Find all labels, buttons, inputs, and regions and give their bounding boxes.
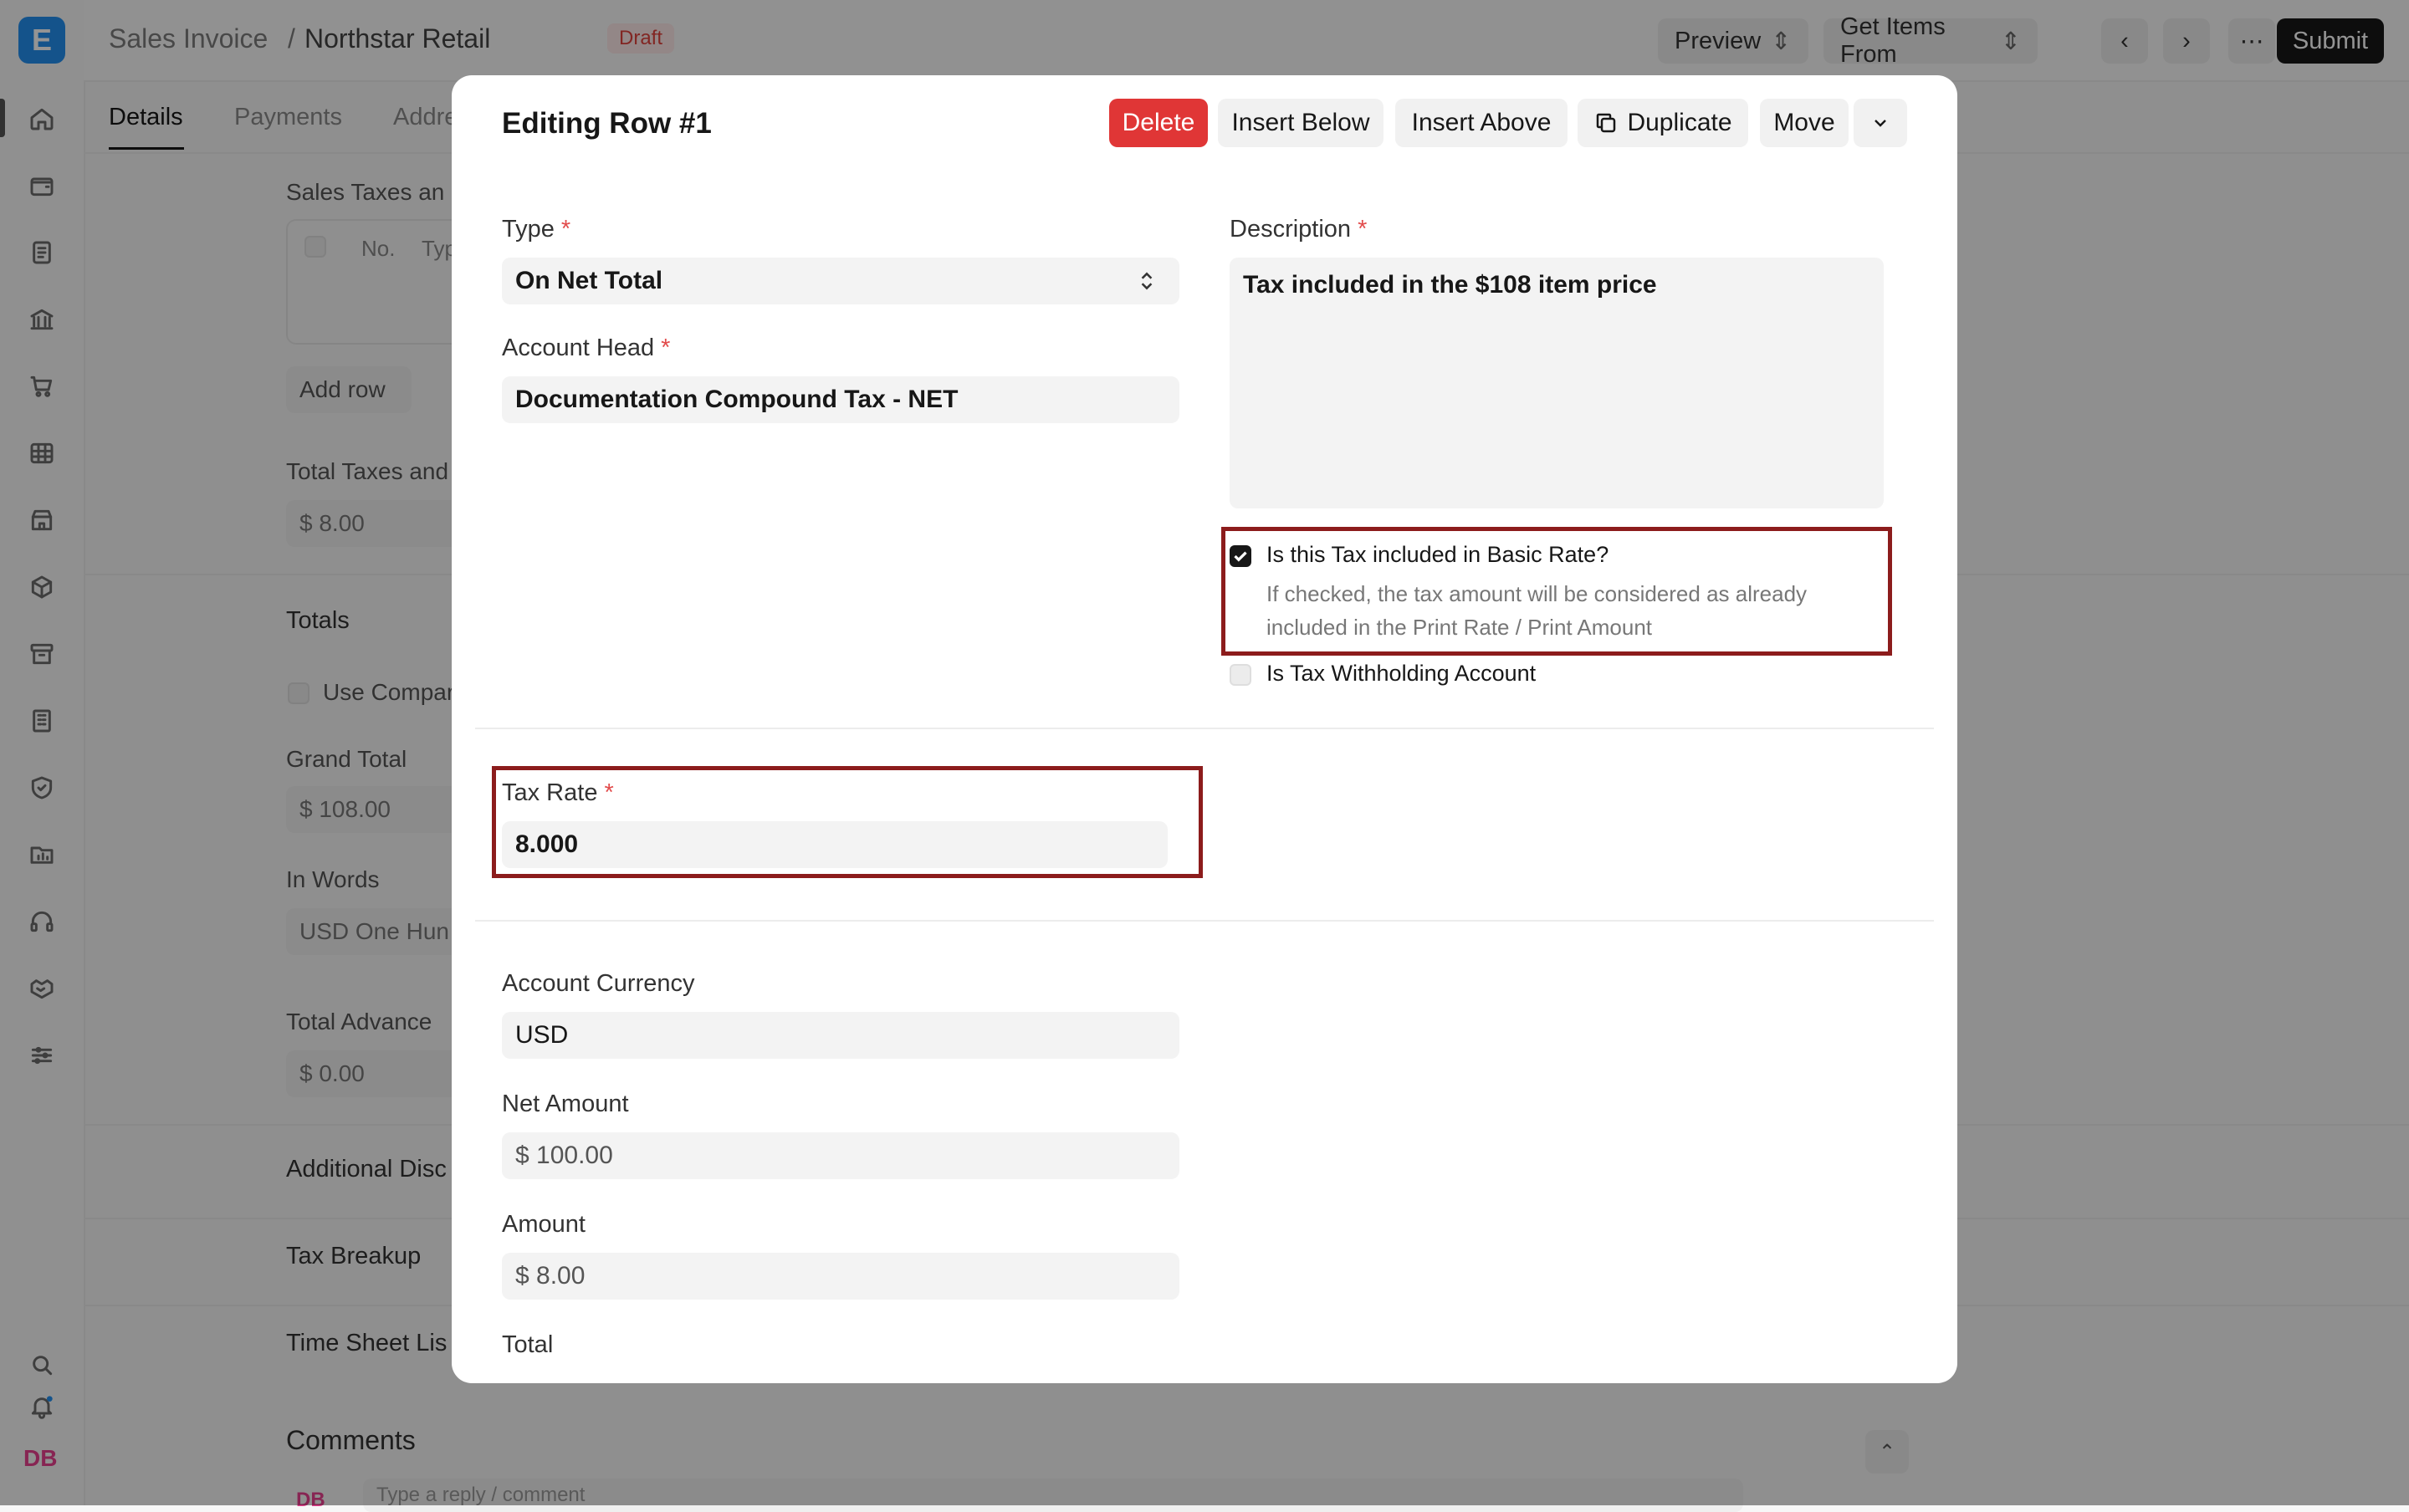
type-value: On Net Total (515, 267, 663, 294)
delete-button[interactable]: Delete (1109, 99, 1208, 147)
included-in-basic-rate-label: Is this Tax included in Basic Rate? (1266, 542, 1609, 567)
type-label-text: Type (502, 216, 555, 243)
edit-row-dialog: Editing Row #1 Delete Insert Below Inser… (452, 75, 1957, 1383)
type-select[interactable]: On Net Total (502, 258, 1179, 304)
required-marker: * (560, 216, 571, 243)
included-help-line-1: If checked, the tax amount will be consi… (1266, 581, 1808, 606)
move-button[interactable]: Move (1760, 99, 1849, 147)
tax-rate-label-text: Tax Rate (502, 779, 598, 806)
account-head-label: Account Head * (502, 335, 670, 362)
duplicate-label: Duplicate (1627, 109, 1732, 136)
net-amount-field: $ 100.00 (502, 1132, 1179, 1179)
total-label: Total (502, 1331, 554, 1358)
type-label: Type * (502, 216, 570, 243)
more-actions-button[interactable] (1854, 99, 1907, 147)
account-head-field[interactable]: Documentation Compound Tax - NET (502, 376, 1179, 423)
required-marker: * (661, 335, 671, 361)
insert-above-button[interactable]: Insert Above (1395, 99, 1568, 147)
select-updown-icon (1141, 272, 1153, 290)
duplicate-button[interactable]: Duplicate (1578, 99, 1748, 147)
section-divider (475, 920, 1934, 922)
tax-withholding-label: Is Tax Withholding Account (1266, 661, 1537, 686)
amount-label: Amount (502, 1211, 586, 1238)
included-in-basic-rate-checkbox[interactable] (1230, 545, 1251, 567)
checkmark-icon (1234, 551, 1247, 562)
account-head-label-text: Account Head (502, 335, 655, 361)
insert-below-button[interactable]: Insert Below (1218, 99, 1384, 147)
required-marker: * (604, 779, 614, 806)
net-amount-label: Net Amount (502, 1091, 629, 1117)
account-currency-field[interactable]: USD (502, 1012, 1179, 1059)
tax-withholding-checkbox[interactable] (1230, 664, 1251, 686)
tax-rate-field[interactable]: 8.000 (502, 821, 1168, 868)
dialog-title: Editing Row #1 (502, 107, 712, 140)
description-label-text: Description (1230, 216, 1352, 243)
tax-rate-label: Tax Rate * (502, 779, 614, 807)
section-divider (475, 728, 1934, 729)
description-textarea[interactable]: Tax included in the $108 item price (1230, 258, 1884, 508)
description-label: Description * (1230, 216, 1367, 243)
required-marker: * (1358, 216, 1368, 243)
chevron-down-icon (1875, 120, 1886, 127)
amount-field: $ 8.00 (502, 1253, 1179, 1300)
account-currency-label: Account Currency (502, 970, 695, 997)
included-help-line-2: included in the Print Rate / Print Amoun… (1266, 615, 1653, 640)
copy-icon (1597, 113, 1616, 133)
